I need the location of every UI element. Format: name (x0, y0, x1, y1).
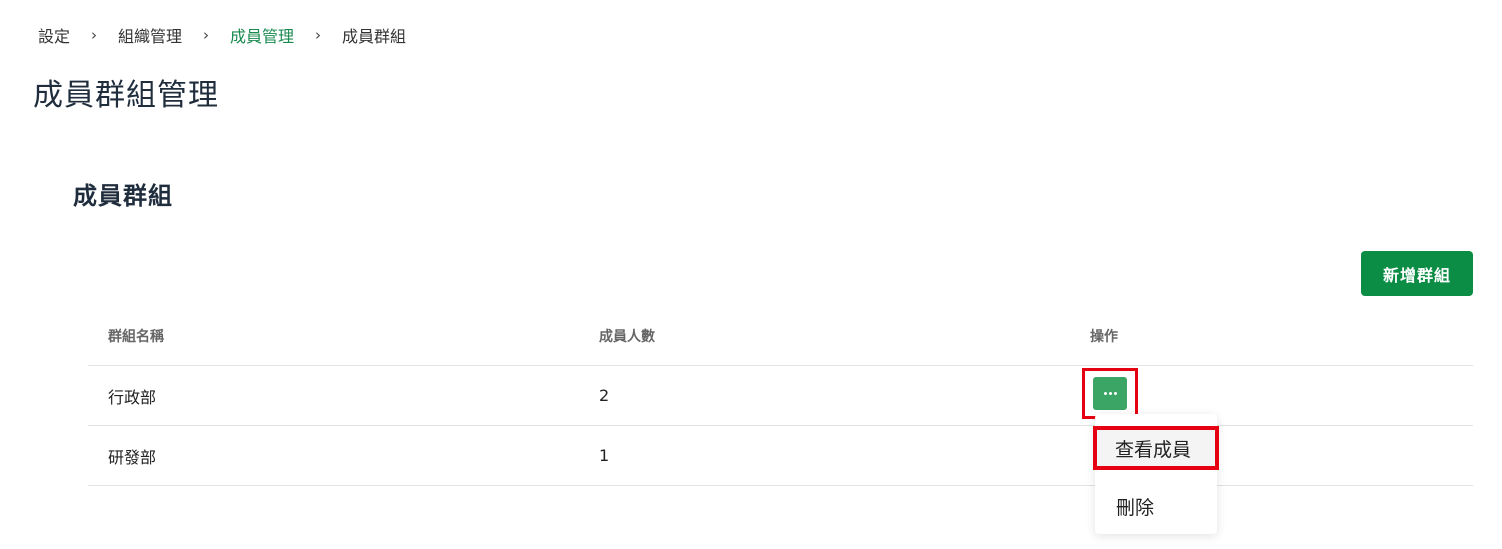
menu-item-view-members[interactable]: 查看成員 (1093, 426, 1219, 470)
column-header-group-name: 群組名稱 (108, 328, 164, 345)
member-count-cell: 1 (599, 446, 610, 465)
menu-item-delete[interactable]: 刪除 (1095, 488, 1217, 524)
breadcrumb-member-groups: 成員群組 (342, 27, 407, 46)
chevron-right-icon: › (91, 26, 98, 44)
section-title: 成員群組 (73, 182, 173, 210)
breadcrumb-settings[interactable]: 設定 (38, 23, 70, 47)
column-header-actions: 操作 (1090, 328, 1118, 345)
add-group-button[interactable]: 新增群組 (1361, 251, 1473, 296)
breadcrumb: 設定 › 組織管理 › 成員管理 › 成員群組 (38, 24, 406, 46)
group-name-cell: 行政部 (108, 387, 157, 407)
breadcrumb-org-management[interactable]: 組織管理 (118, 23, 182, 47)
groups-table: 群組名稱 成員人數 操作 行政部 2 研發部 1 (88, 306, 1473, 486)
breadcrumb-member-management[interactable]: 成員管理 (230, 23, 294, 47)
table-header-row: 群組名稱 成員人數 操作 (88, 306, 1473, 366)
chevron-right-icon: › (203, 26, 210, 44)
more-horizontal-icon (1103, 392, 1117, 395)
table-row: 行政部 2 (88, 366, 1473, 426)
actions-highlight (1082, 368, 1138, 419)
page-title: 成員群組管理 (33, 78, 219, 113)
table-row: 研發部 1 (88, 426, 1473, 486)
actions-dropdown-menu: 查看成員 刪除 (1093, 414, 1219, 534)
column-header-member-count: 成員人數 (599, 328, 655, 345)
page: 設定 › 組織管理 › 成員管理 › 成員群組 成員群組管理 成員群組 新增群組… (0, 0, 1502, 549)
chevron-right-icon: › (315, 26, 322, 44)
member-count-cell: 2 (599, 386, 610, 405)
row-actions-button[interactable] (1093, 377, 1127, 410)
group-name-cell: 研發部 (108, 447, 157, 467)
